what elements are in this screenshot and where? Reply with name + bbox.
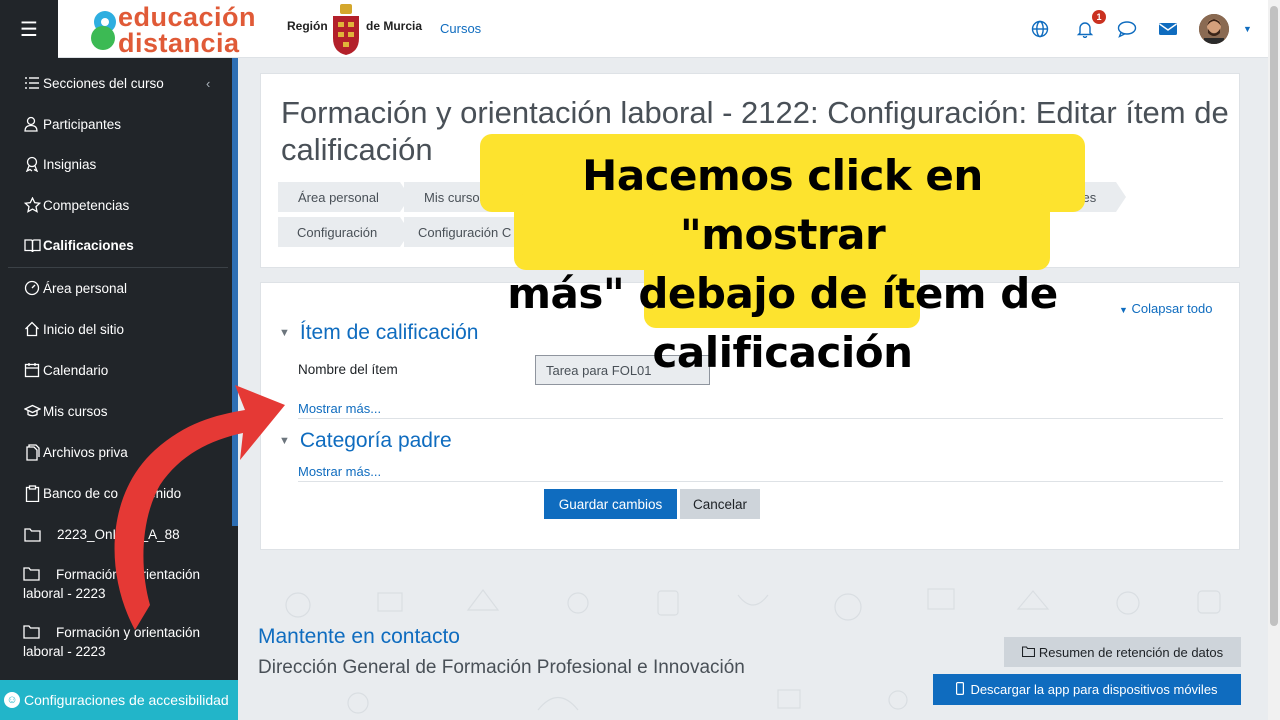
logo-text-line2: distancia <box>118 28 240 58</box>
contact-subtitle: Dirección General de Formación Profesion… <box>258 657 745 678</box>
folder-icon <box>23 625 40 639</box>
breadcrumb-area-personal[interactable]: Área personal <box>278 182 410 212</box>
grades-icon <box>23 236 41 254</box>
page-footer: Mantente en contacto Dirección General d… <box>238 585 1268 720</box>
callout-line2: más" debajo de ítem de <box>507 269 1058 318</box>
file-icon <box>23 443 41 461</box>
section-header-item[interactable]: ▼ Ítem de calificación <box>279 321 478 345</box>
clipboard-icon <box>23 484 41 502</box>
callout-text: Hacemos click en "mostrar más" debajo de… <box>480 146 1085 382</box>
graduation-cap-icon <box>23 402 41 420</box>
sidebar-item-secciones[interactable]: Secciones del curso ‹ <box>23 74 223 92</box>
region-text-2: de Murcia <box>366 19 423 33</box>
red-arrow-annotation <box>114 385 285 630</box>
scrollbar-thumb[interactable] <box>1270 6 1278 626</box>
home-icon <box>23 320 41 338</box>
divider <box>298 481 1223 482</box>
course-line2: laboral - 2223 <box>23 644 106 659</box>
cancel-button[interactable]: Cancelar <box>680 489 760 519</box>
divider <box>298 418 1223 419</box>
app-label: Descargar la app para dispositivos móvil… <box>970 682 1218 697</box>
sidebar-item-area-personal[interactable]: Área personal <box>23 279 127 297</box>
sidebar-divider <box>8 267 228 268</box>
section-title: Ítem de calificación <box>299 321 479 344</box>
chevron-down-icon: ▼ <box>279 327 290 339</box>
save-changes-button[interactable]: Guardar cambios <box>544 489 677 519</box>
sidebar-item-insignias[interactable]: Insignias <box>23 155 96 173</box>
sidebar-item-calificaciones[interactable]: Calificaciones <box>23 236 134 254</box>
users-icon <box>23 115 41 133</box>
dashboard-icon <box>23 279 41 297</box>
sidebar-item-label: Insignias <box>43 156 97 172</box>
accessibility-settings-button[interactable]: ☺ Configuraciones de accesibilidad <box>0 680 238 720</box>
folder-icon <box>23 525 41 543</box>
globe-icon[interactable] <box>1029 18 1051 40</box>
envelope-icon[interactable] <box>1157 18 1179 40</box>
folder-icon <box>1021 645 1035 660</box>
chat-icon[interactable] <box>1116 18 1138 40</box>
data-retention-button[interactable]: Resumen de retención de datos <box>1004 637 1241 667</box>
chevron-left-icon[interactable]: ‹ <box>206 76 210 91</box>
callout-line3: calificación <box>652 328 914 377</box>
logo-mark-icon <box>91 11 116 50</box>
cursos-link[interactable]: Cursos <box>440 21 481 36</box>
sidebar-item-label: Competencias <box>43 197 130 213</box>
list-icon <box>23 74 41 92</box>
retention-label: Resumen de retención de datos <box>1038 644 1224 660</box>
sidebar-item-inicio[interactable]: Inicio del sitio <box>23 320 124 338</box>
chevron-down-icon[interactable]: ▼ <box>1243 24 1252 34</box>
calendar-icon <box>23 361 41 379</box>
sidebar-item-label: Participantes <box>43 116 122 132</box>
mobile-icon <box>956 681 965 698</box>
region-text-1: Región <box>287 19 328 33</box>
star-icon <box>23 196 41 214</box>
breadcrumb-label: Área personal <box>298 189 379 205</box>
folder-icon <box>23 567 40 581</box>
hamburger-icon[interactable]: ☰ <box>0 0 58 58</box>
sidebar-item-label: Área personal <box>43 280 128 296</box>
breadcrumb-label: Mis cursos <box>424 189 487 205</box>
sidebar-item-competencias[interactable]: Competencias <box>23 196 129 214</box>
badge-icon <box>23 155 41 173</box>
accessibility-icon: ☺ <box>4 692 20 708</box>
callout-line1: Hacemos click en "mostrar <box>582 151 983 259</box>
top-navbar: ☰ educación distancia Región de Murcia C… <box>0 0 1280 58</box>
collapse-all-link[interactable]: ▼ Colapsar todo <box>1119 301 1213 316</box>
notification-badge: 1 <box>1092 10 1106 24</box>
avatar[interactable] <box>1199 14 1229 44</box>
accessibility-label: Configuraciones de accesibilidad <box>24 692 229 708</box>
download-app-button[interactable]: Descargar la app para dispositivos móvil… <box>933 674 1241 705</box>
sidebar-item-participantes[interactable]: Participantes <box>23 115 121 133</box>
breadcrumb-label: Configuración <box>297 224 378 240</box>
coat-of-arms-icon <box>333 4 359 55</box>
sidebar-item-label: Inicio del sitio <box>43 321 125 337</box>
page-scrollbar[interactable] <box>1268 0 1280 720</box>
sidebar-item-label: Secciones del curso <box>43 75 164 91</box>
site-logo[interactable]: educación distancia <box>88 2 280 58</box>
instruction-callout: Hacemos click en "mostrar más" debajo de… <box>480 134 1085 377</box>
sidebar-item-label: Calificaciones <box>43 237 134 253</box>
collapse-all-label: Colapsar todo <box>1131 301 1213 316</box>
breadcrumb-configuracion[interactable]: Configuración <box>278 217 410 247</box>
